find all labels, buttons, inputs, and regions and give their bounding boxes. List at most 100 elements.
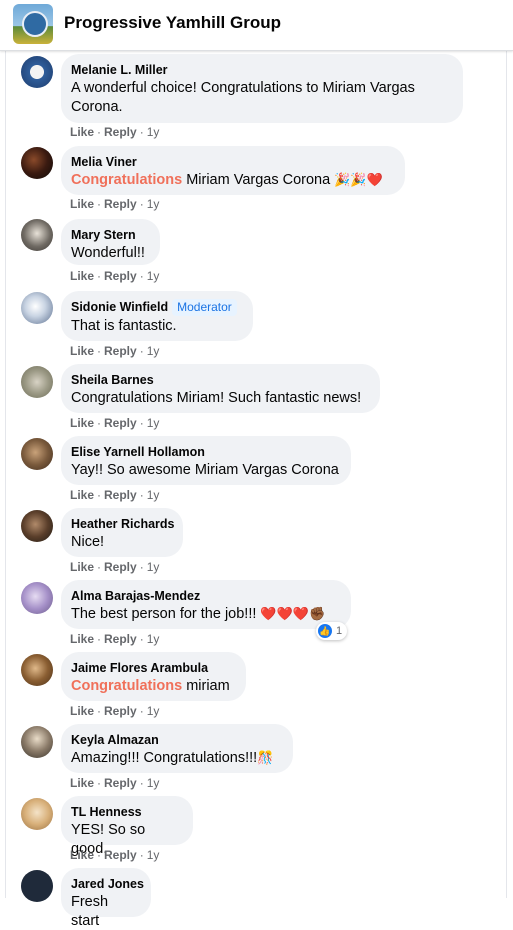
avatar[interactable] xyxy=(21,582,53,614)
commenter-name[interactable]: Jaime Flores Arambula xyxy=(71,661,208,675)
group-title[interactable]: Progressive Yamhill Group xyxy=(64,13,281,33)
comment-text: That is fantastic. xyxy=(71,318,177,334)
comment-text: The best person for the job!!! ❤️❤️❤️✊🏾 xyxy=(71,606,326,622)
timestamp[interactable]: 1y xyxy=(147,560,160,574)
commenter-name[interactable]: Sheila Barnes xyxy=(71,373,154,387)
comment-bubble: Jared Jones Fresh start xyxy=(61,868,151,929)
like-button[interactable]: Like xyxy=(70,776,94,790)
like-button[interactable]: Like xyxy=(70,488,94,502)
comment-bubble: Elise Yarnell Hollamon Yay!! So awesome … xyxy=(61,436,351,485)
thumbs-up-icon: 👍 xyxy=(318,624,332,638)
timestamp[interactable]: 1y xyxy=(147,344,160,358)
avatar[interactable] xyxy=(21,726,53,758)
comment-bubble: Jaime Flores Arambula Congratulations mi… xyxy=(61,652,246,701)
timestamp[interactable]: 1y xyxy=(147,632,160,646)
comment-text: Yay!! So awesome Miriam Vargas Corona xyxy=(71,462,339,478)
reply-button[interactable]: Reply xyxy=(104,416,137,430)
like-button[interactable]: Like xyxy=(70,632,94,646)
commenter-name[interactable]: TL Henness xyxy=(71,805,142,819)
group-avatar[interactable] xyxy=(13,4,53,44)
avatar[interactable] xyxy=(21,56,53,88)
commenter-name[interactable]: Mary Stern xyxy=(71,228,136,242)
comment-actions: Like · Reply · 1y xyxy=(70,560,160,574)
comment-bubble: Sidonie Winfield Moderator That is fantas… xyxy=(61,291,253,341)
timestamp[interactable]: 1y xyxy=(147,125,160,139)
comment-actions: Like · Reply · 1y xyxy=(70,197,160,211)
reply-button[interactable]: Reply xyxy=(104,197,137,211)
reaction-count[interactable]: 👍 1 xyxy=(316,622,348,640)
comment-bubble: Mary Stern Wonderful!! xyxy=(61,219,160,265)
avatar[interactable] xyxy=(21,870,53,902)
commenter-name[interactable]: Jared Jones xyxy=(71,877,144,891)
reply-button[interactable]: Reply xyxy=(104,269,137,283)
like-button[interactable]: Like xyxy=(70,416,94,430)
timestamp[interactable]: 1y xyxy=(147,269,160,283)
comment-actions: Like · Reply · 1y xyxy=(70,632,160,646)
reply-button[interactable]: Reply xyxy=(104,704,137,718)
comment-actions: Like · Reply · 1y xyxy=(70,488,160,502)
comment-actions: Like · Reply · 1y xyxy=(70,125,160,139)
comment-actions: Like · Reply · 1y xyxy=(70,704,160,718)
comment-text: Amazing!!! Congratulations!!!🎊 xyxy=(71,750,274,766)
avatar[interactable] xyxy=(21,438,53,470)
comment-actions: Like · Reply · 1y xyxy=(70,776,160,790)
like-button[interactable]: Like xyxy=(70,344,94,358)
reply-button[interactable]: Reply xyxy=(104,560,137,574)
reply-button[interactable]: Reply xyxy=(104,632,137,646)
comment-bubble: Alma Barajas-Mendez The best person for … xyxy=(61,580,351,629)
like-button[interactable]: Like xyxy=(70,125,94,139)
comment-actions: Like · Reply · 1y xyxy=(70,416,160,430)
comment-text: A wonderful choice! Congratulations to M… xyxy=(71,80,415,115)
timestamp[interactable]: 1y xyxy=(147,848,160,862)
reply-button[interactable]: Reply xyxy=(104,344,137,358)
feed-border-right xyxy=(506,50,507,898)
like-button[interactable]: Like xyxy=(70,197,94,211)
avatar[interactable] xyxy=(21,510,53,542)
comment-bubble: Melanie L. Miller A wonderful choice! Co… xyxy=(61,54,463,123)
commenter-name[interactable]: Keyla Almazan xyxy=(71,733,159,747)
avatar[interactable] xyxy=(21,292,53,324)
commenter-name[interactable]: Heather Richards xyxy=(71,517,175,531)
comment-text: Congratulations Miriam Vargas Corona 🎉🎉❤… xyxy=(71,172,383,188)
commenter-name[interactable]: Alma Barajas-Mendez xyxy=(71,589,200,603)
reply-button[interactable]: Reply xyxy=(104,125,137,139)
comment-text: Nice! xyxy=(71,534,105,550)
comment-bubble: Sheila Barnes Congratulations Miriam! Su… xyxy=(61,364,380,413)
group-header: Progressive Yamhill Group xyxy=(0,0,513,51)
mention-highlight[interactable]: Congratulations xyxy=(71,678,182,694)
timestamp[interactable]: 1y xyxy=(147,416,160,430)
like-button[interactable]: Like xyxy=(70,704,94,718)
avatar[interactable] xyxy=(21,654,53,686)
timestamp[interactable]: 1y xyxy=(147,197,160,211)
reply-button[interactable]: Reply xyxy=(104,776,137,790)
comment-bubble: TL Henness YES! So so good. xyxy=(61,796,193,857)
comment-text: Congratulations Miriam! Such fantastic n… xyxy=(71,390,362,406)
comment-bubble: Melia Viner Congratulations Miriam Varga… xyxy=(61,146,405,195)
comment-bubble: Keyla Almazan Amazing!!! Congratulations… xyxy=(61,724,293,773)
comment-actions: Like · Reply · 1y xyxy=(70,269,160,283)
like-button[interactable]: Like xyxy=(70,560,94,574)
feed-border-left xyxy=(5,50,6,898)
like-button[interactable]: Like xyxy=(70,269,94,283)
mention-highlight[interactable]: Congratulations xyxy=(71,172,182,188)
timestamp[interactable]: 1y xyxy=(147,776,160,790)
moderator-badge: Moderator xyxy=(172,299,237,316)
commenter-name[interactable]: Elise Yarnell Hollamon xyxy=(71,445,205,459)
avatar[interactable] xyxy=(21,798,53,830)
comment-text: Congratulations miriam xyxy=(71,678,230,694)
avatar[interactable] xyxy=(21,366,53,398)
reply-button[interactable]: Reply xyxy=(104,848,137,862)
like-button[interactable]: Like xyxy=(70,848,94,862)
commenter-name[interactable]: Melanie L. Miller xyxy=(71,63,168,77)
comment-text: Wonderful!! xyxy=(71,245,145,261)
commenter-name[interactable]: Sidonie Winfield xyxy=(71,300,168,314)
avatar[interactable] xyxy=(21,147,53,179)
comment-bubble: Heather Richards Nice! xyxy=(61,508,183,557)
timestamp[interactable]: 1y xyxy=(147,488,160,502)
avatar[interactable] xyxy=(21,219,53,251)
comment-actions: Like · Reply · 1y xyxy=(70,344,160,358)
reply-button[interactable]: Reply xyxy=(104,488,137,502)
comment-actions: Like · Reply · 1y xyxy=(70,848,160,862)
commenter-name[interactable]: Melia Viner xyxy=(71,155,137,169)
timestamp[interactable]: 1y xyxy=(147,704,160,718)
